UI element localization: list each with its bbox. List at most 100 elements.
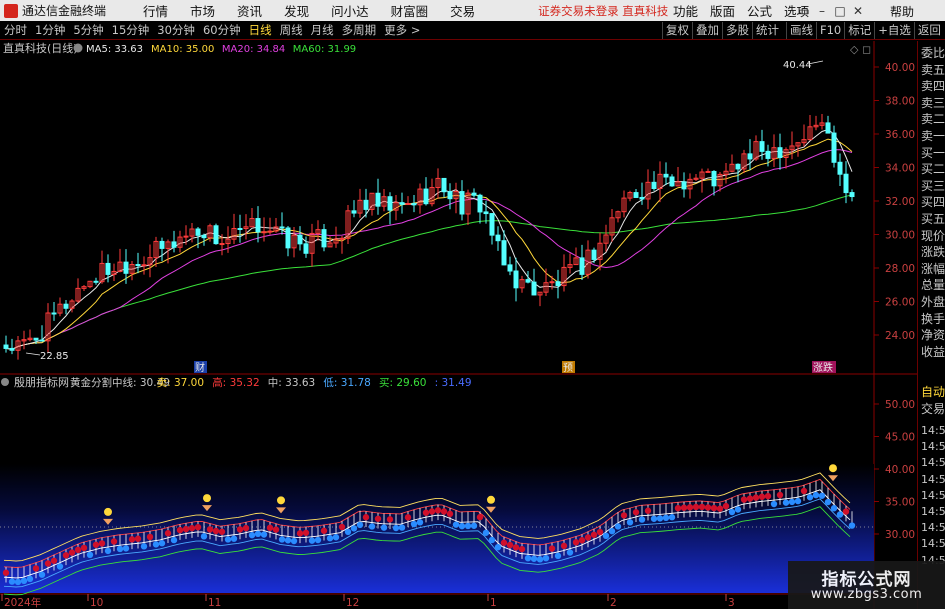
trade-time: 14:56: [921, 488, 945, 502]
indicator-dot: [722, 502, 730, 510]
sidebar-tab[interactable]: 卖五: [921, 62, 945, 78]
period-weekly[interactable]: 周线: [276, 22, 307, 38]
indicator-dot: [824, 498, 832, 506]
minimize-icon[interactable]: –: [813, 4, 831, 18]
back-button[interactable]: 返回: [913, 22, 944, 39]
period-30min[interactable]: 30分钟: [153, 22, 199, 38]
candle-body: [555, 281, 561, 287]
indicator-dot: [614, 523, 622, 530]
indicator-dot: [140, 543, 148, 550]
menu-shichang[interactable]: 市场: [179, 1, 226, 20]
sidebar-tab[interactable]: 涨跌: [921, 244, 945, 260]
candle-body: [339, 237, 345, 240]
sidebar-tab[interactable]: 收益: [921, 344, 945, 360]
draw-line-button[interactable]: 画线: [786, 22, 816, 39]
indicator-dot: [752, 494, 760, 501]
sidebar-tab[interactable]: 卖四: [921, 78, 945, 94]
mark-button[interactable]: 标记: [844, 22, 874, 39]
overlay-button[interactable]: 叠加: [692, 22, 722, 39]
indicator-dot: [548, 545, 556, 552]
indicator-dot: [554, 552, 562, 560]
indicator-dot: [314, 536, 322, 544]
trade-time: 14:56: [921, 537, 945, 551]
sidebar-subtab[interactable]: 交易: [921, 401, 945, 417]
sidebar-subtab[interactable]: 自动: [921, 384, 945, 400]
price-tick-label: 34.00: [885, 163, 915, 175]
period-15min[interactable]: 15分钟: [108, 22, 154, 38]
period-more[interactable]: 更多 >: [380, 22, 424, 38]
candle-body: [441, 177, 447, 193]
indicator-dot: [776, 491, 784, 499]
candle-body: [135, 264, 141, 267]
multi-stock-button[interactable]: 多股: [722, 22, 752, 39]
indicator-dot: [728, 508, 736, 516]
close-icon[interactable]: ✕: [849, 4, 867, 18]
candle-body: [321, 229, 327, 248]
f10-button[interactable]: F10: [816, 22, 844, 39]
indicator-dot: [62, 552, 70, 559]
candle-body: [93, 280, 99, 283]
period-daily[interactable]: 日线: [245, 22, 276, 38]
pane-options-icon[interactable]: ◇ ◻: [850, 43, 871, 56]
indicator-dot: [692, 503, 700, 511]
kline-chart-area[interactable]: 直真科技(日线) MA5: 33.63 MA10: 35.00 MA20: 34.8…: [0, 41, 917, 609]
sidebar-tab[interactable]: 外盘: [921, 294, 945, 310]
sidebar-tab[interactable]: 委比: [921, 45, 945, 61]
menu-banmian[interactable]: 版面: [704, 1, 741, 20]
menu-hangqing[interactable]: 行情: [132, 1, 179, 20]
stats-button[interactable]: 统计: [752, 22, 782, 39]
sidebar-tab[interactable]: 买五: [921, 211, 945, 227]
menu-caifuquan[interactable]: 财富圈: [380, 1, 440, 20]
menu-wenxiaoda[interactable]: 问小达: [320, 1, 380, 20]
help-menu[interactable]: 帮助: [890, 3, 914, 20]
menu-gongshi[interactable]: 公式: [741, 1, 778, 20]
login-status[interactable]: 证券交易未登录 直真科技: [538, 3, 668, 19]
sidebar-tab[interactable]: 买四: [921, 194, 945, 210]
sidebar-tab[interactable]: 卖二: [921, 111, 945, 127]
candle-body: [831, 132, 837, 163]
sidebar-tab[interactable]: 总量: [921, 277, 945, 293]
settings-icon[interactable]: [73, 43, 83, 53]
sidebar-tab[interactable]: 卖一: [921, 128, 945, 144]
maximize-icon[interactable]: □: [831, 4, 849, 18]
indicator-tick-label: 50.00: [885, 399, 915, 411]
period-60min[interactable]: 60分钟: [199, 22, 245, 38]
indicator-dot: [806, 494, 814, 501]
stock-title: 直真科技(日线): [3, 41, 78, 55]
fuquan-button[interactable]: 复权: [662, 22, 692, 39]
indicator-dot: [848, 522, 856, 529]
indicator-dot: [650, 515, 658, 522]
candle-body: [633, 192, 639, 198]
restore-icon[interactable]: ▭: [795, 4, 813, 18]
add-favorite-button[interactable]: +自选: [874, 22, 914, 39]
indicator-settings-icon[interactable]: [1, 378, 9, 386]
period-monthly[interactable]: 月线: [307, 22, 338, 38]
indicator-dot: [812, 491, 820, 499]
indicator-dot: [230, 535, 238, 542]
indicator-dot: [320, 527, 328, 534]
date-tick-label: 11: [208, 597, 221, 609]
sidebar-tab[interactable]: 换手: [921, 311, 945, 327]
menu-jiaoyi[interactable]: 交易: [439, 1, 486, 20]
candle-body: [669, 176, 675, 187]
candle-body: [681, 181, 687, 190]
sidebar-tab[interactable]: 卖三: [921, 95, 945, 111]
menu-faxian[interactable]: 发现: [273, 1, 320, 20]
sidebar-tab[interactable]: 涨幅: [921, 261, 945, 277]
sidebar-tab[interactable]: 现价: [921, 228, 945, 244]
period-5min[interactable]: 5分钟: [69, 22, 107, 38]
period-fenshi[interactable]: 分时: [0, 22, 31, 38]
sidebar-tab[interactable]: 买二: [921, 161, 945, 177]
menu-zixun[interactable]: 资讯: [226, 1, 273, 20]
indicator-dot: [386, 516, 394, 523]
sidebar-tab[interactable]: 买三: [921, 178, 945, 194]
period-1min[interactable]: 1分钟: [31, 22, 69, 38]
candle-body: [711, 170, 717, 187]
sidebar-tab[interactable]: 买一: [921, 145, 945, 161]
sidebar-tab[interactable]: 净资: [921, 327, 945, 343]
period-multi[interactable]: 多周期: [338, 22, 381, 38]
indicator-dot: [74, 546, 82, 554]
date-tick-label: 2: [610, 597, 617, 609]
menu-gongneng[interactable]: 功能: [667, 1, 704, 20]
candle-body: [183, 235, 189, 238]
